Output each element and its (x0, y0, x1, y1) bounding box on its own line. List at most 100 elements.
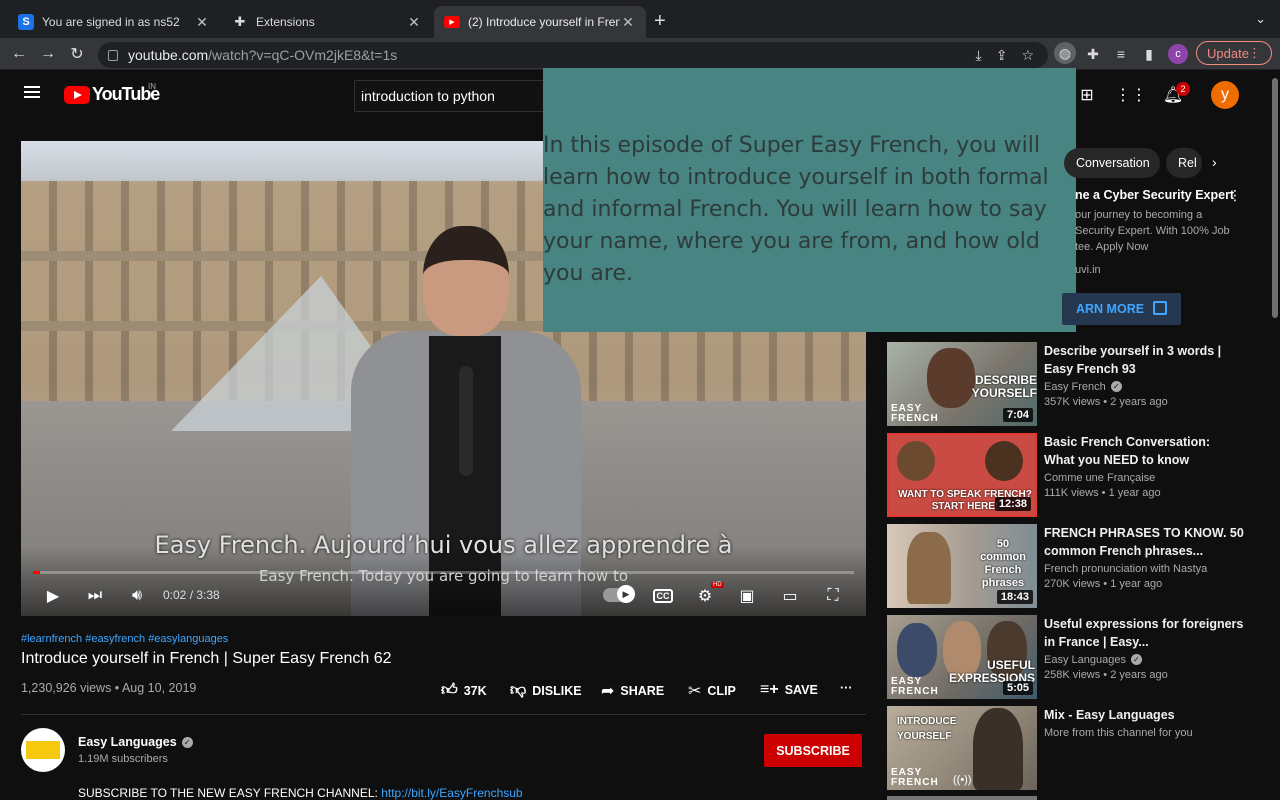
verified-check-icon: ✓ (1110, 381, 1122, 392)
create-video-icon[interactable]: ⊞ (1076, 84, 1098, 106)
save-button[interactable]: ≡+ SAVE (760, 681, 818, 699)
apps-grid-icon[interactable]: ⋮⋮ (1115, 84, 1147, 106)
caption-main: Easy French. Aujourd’hui vous allez appr… (154, 531, 733, 559)
browser-profile-avatar[interactable]: c (1168, 44, 1188, 64)
close-icon[interactable]: ✕ (620, 14, 636, 31)
back-icon[interactable]: ← (8, 43, 30, 65)
scrollbar-thumb[interactable] (1272, 78, 1278, 318)
browser-tab-extensions[interactable]: ✚ Extensions ✕ (222, 6, 432, 38)
browser-tab-youtube[interactable]: ▶ (2) Introduce yourself in French ✕ (434, 6, 646, 38)
chip-related[interactable]: Rel (1166, 148, 1202, 178)
recommendation-title[interactable]: FRENCH PHRASES TO KNOW. 50 common French… (1044, 524, 1244, 560)
recommendation-channel[interactable]: Comme une Française (1044, 472, 1244, 484)
youtube-icon: ▶ (444, 16, 460, 28)
chevron-right-icon[interactable]: › (1212, 154, 1217, 170)
clip-label: CLIP (707, 684, 736, 698)
account-avatar[interactable]: y (1211, 81, 1239, 109)
video-hashtags[interactable]: #learnfrench #easyfrench #easylanguages (21, 633, 228, 645)
next-icon[interactable]: ⏭ (83, 584, 107, 608)
star-icon[interactable]: ☆ (1021, 47, 1034, 64)
recommendation-item[interactable]: 50 common French phrases 18:43 FRENCH PH… (887, 524, 1267, 608)
chip-conversation[interactable]: Conversation (1064, 148, 1160, 178)
next-recommendation-peek[interactable] (887, 796, 1037, 800)
duration-badge: 7:04 (1002, 408, 1033, 422)
recommendation-info: FRENCH PHRASES TO KNOW. 50 common French… (1044, 524, 1244, 590)
fullscreen-icon[interactable]: ⛶ (821, 584, 845, 608)
duration-badge: 18:43 (996, 590, 1033, 604)
recommendation-item[interactable]: WANT TO SPEAK FRENCH? START HERE! 12:38 … (887, 433, 1267, 517)
like-button[interactable]: 👍︎ 37K (441, 681, 487, 700)
recommendation-title[interactable]: Useful expressions for foreigners in Fra… (1044, 615, 1244, 651)
more-vert-icon[interactable]: ⋮ (1228, 187, 1242, 204)
recommendation-channel[interactable]: Easy Languages (1044, 654, 1126, 666)
close-icon[interactable]: ✕ (406, 14, 422, 31)
close-icon[interactable]: ✕ (194, 14, 210, 31)
video-thumbnail[interactable]: INTRODUCE YOURSELF EASY FRENCH ((•)) (887, 706, 1037, 790)
browser-tab-signed-in[interactable]: S You are signed in as ns52 ✕ (8, 6, 220, 38)
menu-icon[interactable] (24, 86, 40, 98)
thumb-brand: EASY FRENCH (891, 403, 939, 424)
recommendation-item[interactable]: INTRODUCE YOURSELF EASY FRENCH ((•)) Mix… (887, 706, 1267, 790)
verified-check-icon: ✓ (1130, 654, 1142, 665)
description-link[interactable]: http://bit.ly/EasyFrenchsub (381, 786, 522, 800)
presenter-head (423, 226, 509, 336)
miniplayer-icon[interactable]: ▣ (735, 584, 759, 608)
share-icon[interactable]: ⇪ (996, 47, 1008, 64)
volume-icon[interactable]: 🔊︎ (125, 584, 149, 608)
channel-logo-icon (26, 741, 60, 759)
address-bar[interactable]: youtube.com/watch?v=qC-OVm2jkE8&t=1s ⤓ ⇪… (98, 42, 1048, 68)
video-thumbnail[interactable]: USEFUL EXPRESSIONS EASY FRENCH 5:05 (887, 615, 1037, 699)
theater-mode-icon[interactable]: ▭ (777, 584, 803, 608)
thumb-person (927, 348, 975, 408)
ad-title[interactable]: ne a Cyber Security Expert (1075, 188, 1234, 202)
extensions-puzzle-icon[interactable]: ✚ (1083, 44, 1103, 64)
install-icon[interactable]: ⤓ (976, 47, 982, 64)
play-icon[interactable]: ▶ (41, 584, 65, 608)
recommendation-title[interactable]: Describe yourself in 3 words | Easy Fren… (1044, 342, 1244, 378)
recommendation-subtitle: More from this channel for you (1044, 727, 1193, 739)
recommendation-channel[interactable]: French pronunciation with Nastya (1044, 563, 1244, 575)
recommendation-channel[interactable]: Easy French (1044, 381, 1106, 393)
more-actions-icon[interactable]: ··· (840, 681, 853, 695)
share-button[interactable]: ➦ SHARE (601, 681, 664, 701)
recommendation-channel-row: Easy French ✓ (1044, 381, 1244, 393)
ad-body: our journey to becoming a Security Exper… (1075, 209, 1230, 253)
video-thumbnail[interactable]: 50 common French phrases 18:43 (887, 524, 1037, 608)
learn-more-button[interactable]: ARN MORE (1062, 293, 1181, 325)
playlist-add-icon: ≡+ (760, 681, 779, 698)
recommendation-item[interactable]: DESCRIBE YOURSELF EASY FRENCH 7:04 Descr… (887, 342, 1267, 426)
verified-check-icon: ✓ (181, 737, 193, 748)
external-link-icon (1153, 301, 1167, 315)
recommendation-title[interactable]: Basic French Conversation: What you NEED… (1044, 433, 1244, 469)
channel-avatar[interactable] (21, 728, 65, 772)
recommendation-item[interactable]: USEFUL EXPRESSIONS EASY FRENCH 5:05 Usef… (887, 615, 1267, 699)
chevron-down-icon[interactable]: ⌄ (1255, 11, 1266, 27)
update-button[interactable]: Update ⋮ (1196, 41, 1272, 65)
youtube-play-icon (64, 85, 90, 104)
reading-list-icon[interactable]: ≡ (1111, 44, 1131, 64)
s-favicon-icon: S (18, 14, 34, 30)
new-tab-icon[interactable]: + (654, 10, 666, 33)
clip-button[interactable]: ✂ CLIP (688, 681, 736, 701)
hd-badge: HD (711, 582, 724, 588)
recommendation-title[interactable]: Mix - Easy Languages (1044, 706, 1244, 724)
page-scrollbar[interactable] (1270, 70, 1280, 800)
reload-icon[interactable]: ↻ (66, 43, 88, 65)
recommendation-info: Mix - Easy Languages More from this chan… (1044, 706, 1244, 739)
side-panel-icon[interactable]: ▮ (1139, 44, 1159, 64)
channel-name-row[interactable]: Easy Languages ✓ (78, 735, 193, 749)
forward-icon[interactable]: → (37, 43, 59, 65)
video-thumbnail[interactable]: WANT TO SPEAK FRENCH? START HERE! 12:38 (887, 433, 1037, 517)
captions-button[interactable]: CC (651, 584, 675, 608)
autoplay-toggle[interactable] (603, 585, 635, 603)
recommendation-meta: 258K views • 2 years ago (1044, 669, 1168, 681)
thumbs-up-icon: 👍︎ (441, 682, 458, 699)
youtube-logo[interactable]: YouTube IN (64, 82, 160, 105)
recommendation-info: Describe yourself in 3 words | Easy Fren… (1044, 342, 1244, 408)
video-thumbnail[interactable]: DESCRIBE YOURSELF EASY FRENCH 7:04 (887, 342, 1037, 426)
dislike-button[interactable]: 👎︎ DISLIKE (510, 681, 582, 700)
subscribe-button[interactable]: SUBSCRIBE (764, 734, 862, 767)
dislike-label: DISLIKE (532, 683, 582, 698)
progress-bar[interactable] (33, 571, 854, 574)
extension-globe-icon[interactable]: ◍ (1054, 42, 1076, 64)
